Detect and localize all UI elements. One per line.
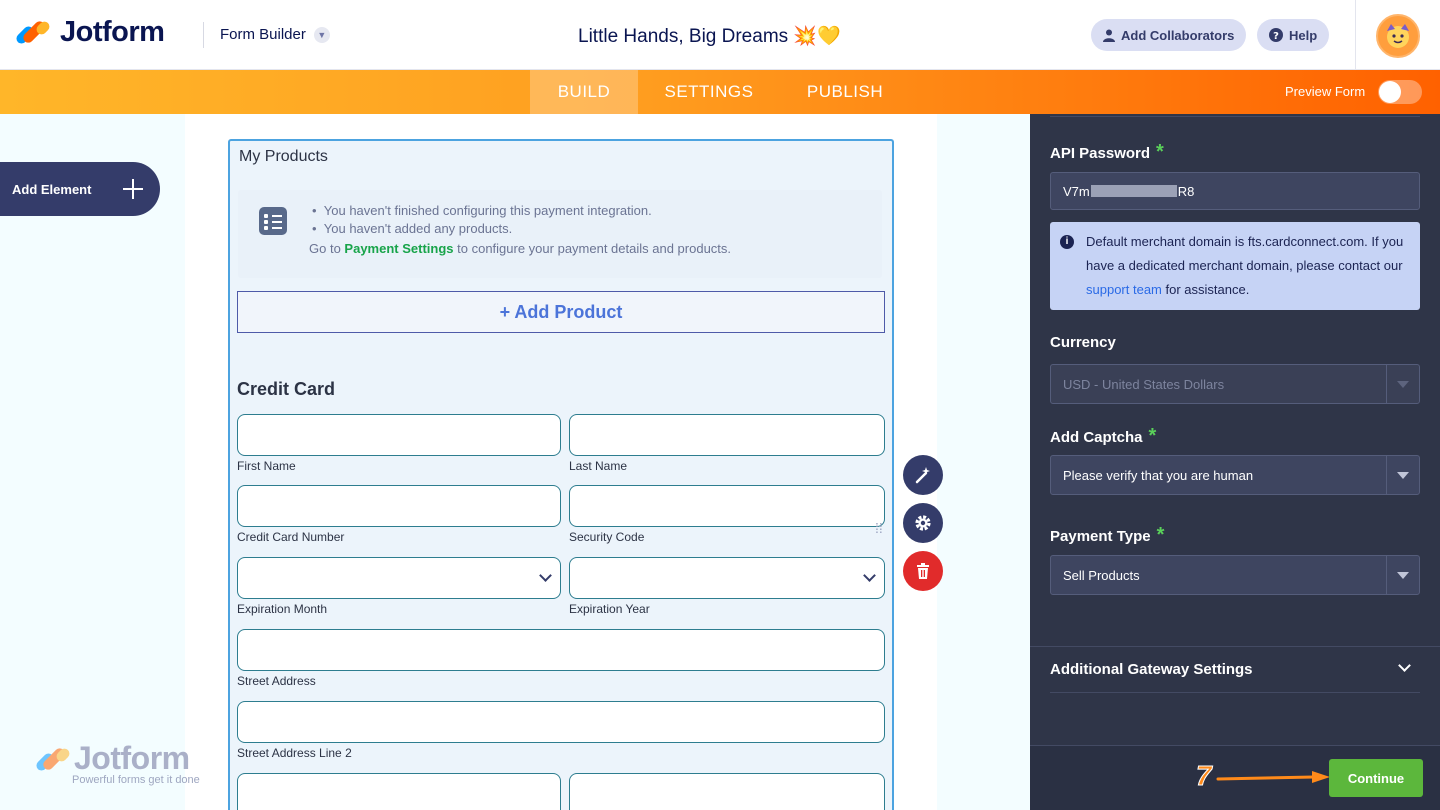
street-address-input[interactable] xyxy=(237,629,885,671)
add-collaborators-label: Add Collaborators xyxy=(1121,27,1235,43)
tab-settings[interactable]: SETTINGS xyxy=(650,70,768,114)
magic-wand-icon xyxy=(915,467,930,484)
checklist-icon xyxy=(259,207,287,235)
help-label: Help xyxy=(1289,27,1318,43)
merchant-domain-info: i Default merchant domain is fts.cardcon… xyxy=(1050,222,1420,310)
captcha-select[interactable]: Please verify that you are human xyxy=(1050,455,1420,495)
plus-icon xyxy=(122,178,144,200)
exp-month-label: Expiration Month xyxy=(237,602,328,616)
cc-number-label: Credit Card Number xyxy=(237,530,345,544)
add-element-label: Add Element xyxy=(12,181,92,197)
security-code-input[interactable] xyxy=(569,485,885,527)
credit-card-title: Credit Card xyxy=(237,379,336,399)
toggle-knob xyxy=(1379,81,1401,103)
api-password-label: API Password * xyxy=(1050,141,1164,163)
state-input[interactable] xyxy=(569,773,885,810)
question-icon: ? xyxy=(1269,28,1283,42)
last-name-label: Last Name xyxy=(569,459,628,473)
jotform-logo-icon xyxy=(14,17,52,49)
chevron-down-icon xyxy=(863,569,876,582)
jotform-logo[interactable]: Jotform xyxy=(14,16,165,49)
help-button[interactable]: ? Help xyxy=(1257,19,1330,51)
dropdown-arrow-icon xyxy=(1386,365,1419,403)
exp-year-label: Expiration Year xyxy=(569,602,650,616)
preview-form-label: Preview Form xyxy=(1285,84,1366,99)
watermark-tagline: Powerful forms get it done xyxy=(72,774,200,786)
exp-month-select[interactable] xyxy=(237,557,561,599)
api-password-input[interactable]: V7m R8 xyxy=(1050,172,1420,210)
panel-divider-2 xyxy=(1050,692,1420,693)
drag-handle-icon[interactable]: ⁞⁞ xyxy=(875,520,883,536)
info-icon: i xyxy=(1060,235,1074,249)
continue-button[interactable]: Continue xyxy=(1329,759,1423,797)
form-title[interactable]: Little Hands, Big Dreams 💥💛 xyxy=(578,24,841,48)
watermark-logo-icon xyxy=(34,744,72,776)
street-address-2-input[interactable] xyxy=(237,701,885,743)
add-collaborators-button[interactable]: Add Collaborators xyxy=(1091,19,1247,51)
wand-button[interactable] xyxy=(903,455,943,495)
panel-divider xyxy=(1030,646,1440,647)
arrow-annotation-icon xyxy=(1216,771,1330,783)
city-input[interactable] xyxy=(237,773,561,810)
first-name-input[interactable] xyxy=(237,414,561,456)
first-name-label: First Name xyxy=(237,459,296,473)
payment-settings-link[interactable]: Payment Settings xyxy=(344,241,453,256)
gear-icon xyxy=(915,515,931,531)
logo-text: Jotform xyxy=(60,16,165,48)
add-element-button[interactable]: Add Element xyxy=(0,162,160,216)
payment-type-select[interactable]: Sell Products xyxy=(1050,555,1420,595)
add-captcha-label: Add Captcha * xyxy=(1050,425,1157,447)
step-number-annotation: 7 xyxy=(1196,760,1213,792)
form-builder-dropdown[interactable]: Form Builder ▼ xyxy=(220,26,330,43)
tab-build[interactable]: BUILD xyxy=(530,70,638,114)
trash-icon xyxy=(917,563,929,579)
chevron-down-icon: ▼ xyxy=(313,26,330,43)
currency-select: USD - United States Dollars xyxy=(1050,364,1420,404)
user-icon xyxy=(1103,29,1115,42)
chevron-down-icon xyxy=(539,569,552,582)
builder-nav: BUILD SETTINGS PUBLISH Preview Form xyxy=(0,70,1440,114)
payment-type-label: Payment Type * xyxy=(1050,524,1165,546)
header-divider-right xyxy=(1355,0,1356,70)
top-header: Jotform Form Builder ▼ Little Hands, Big… xyxy=(0,0,1440,70)
notice-bullet-2: • You haven't added any products. xyxy=(312,221,513,236)
preview-form-toggle[interactable] xyxy=(1378,80,1422,104)
notice-bullet-1: • You haven't finished configuring this … xyxy=(312,203,652,218)
security-code-label: Security Code xyxy=(569,530,645,544)
panel-top-line xyxy=(1050,116,1420,117)
exp-year-select[interactable] xyxy=(569,557,885,599)
add-product-button[interactable]: + Add Product xyxy=(237,291,885,333)
delete-field-button[interactable] xyxy=(903,551,943,591)
required-asterisk-icon: * xyxy=(1156,524,1165,546)
last-name-input[interactable] xyxy=(569,414,885,456)
street-address-2-label: Street Address Line 2 xyxy=(237,746,352,760)
watermark-text: Jotform xyxy=(74,740,190,776)
tab-publish[interactable]: PUBLISH xyxy=(790,70,900,114)
required-asterisk-icon: * xyxy=(1156,141,1164,163)
street-address-label: Street Address xyxy=(237,674,316,688)
additional-gateway-settings-toggle[interactable]: Additional Gateway Settings xyxy=(1050,661,1253,678)
notice-goto-text: Go to Payment Settings to configure your… xyxy=(309,241,732,256)
form-builder-label: Form Builder xyxy=(220,26,306,43)
header-divider xyxy=(203,22,204,48)
user-avatar[interactable] xyxy=(1376,14,1420,58)
svg-text:?: ? xyxy=(1273,31,1279,42)
support-team-link[interactable]: support team xyxy=(1086,282,1162,297)
currency-label: Currency xyxy=(1050,334,1116,351)
jotform-watermark: Jotform Powerful forms get it done xyxy=(34,740,200,786)
products-title[interactable]: My Products xyxy=(239,148,328,166)
field-settings-button[interactable] xyxy=(903,503,943,543)
dropdown-arrow-icon xyxy=(1386,456,1419,494)
avatar-face-icon xyxy=(1387,24,1409,48)
cc-number-input[interactable] xyxy=(237,485,561,527)
required-asterisk-icon: * xyxy=(1148,425,1157,447)
redacted-block xyxy=(1090,185,1177,197)
dropdown-arrow-icon xyxy=(1386,556,1419,594)
